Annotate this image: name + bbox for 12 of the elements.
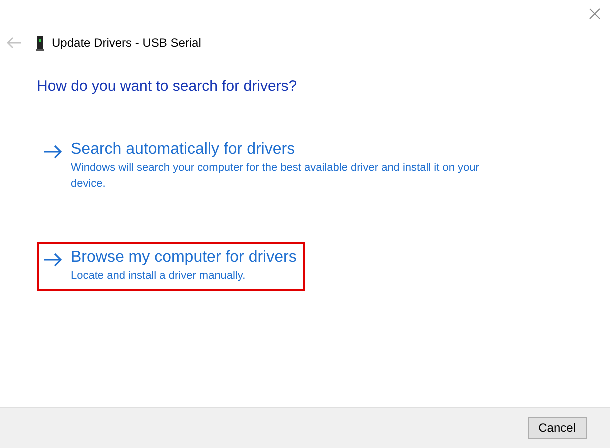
option-description: Windows will search your computer for the best available driver and install it on your device. [71, 161, 480, 192]
cancel-button[interactable]: Cancel [528, 417, 587, 439]
arrow-icon [43, 145, 63, 159]
option-title[interactable]: Search automatically for drivers [71, 140, 493, 160]
device-icon [36, 36, 44, 50]
close-icon[interactable] [588, 7, 602, 21]
arrow-icon [43, 253, 63, 267]
window-title: Update Drivers - USB Serial [52, 36, 202, 50]
option-title[interactable]: Browse my computer for drivers [71, 248, 297, 268]
option-description: Locate and install a driver manually. [71, 269, 247, 284]
page-heading: How do you want to search for drivers? [37, 78, 298, 95]
option-link[interactable]: Search automatically for drivers Windows will search your computer for the best available driver and install it on your device. [37, 134, 501, 199]
